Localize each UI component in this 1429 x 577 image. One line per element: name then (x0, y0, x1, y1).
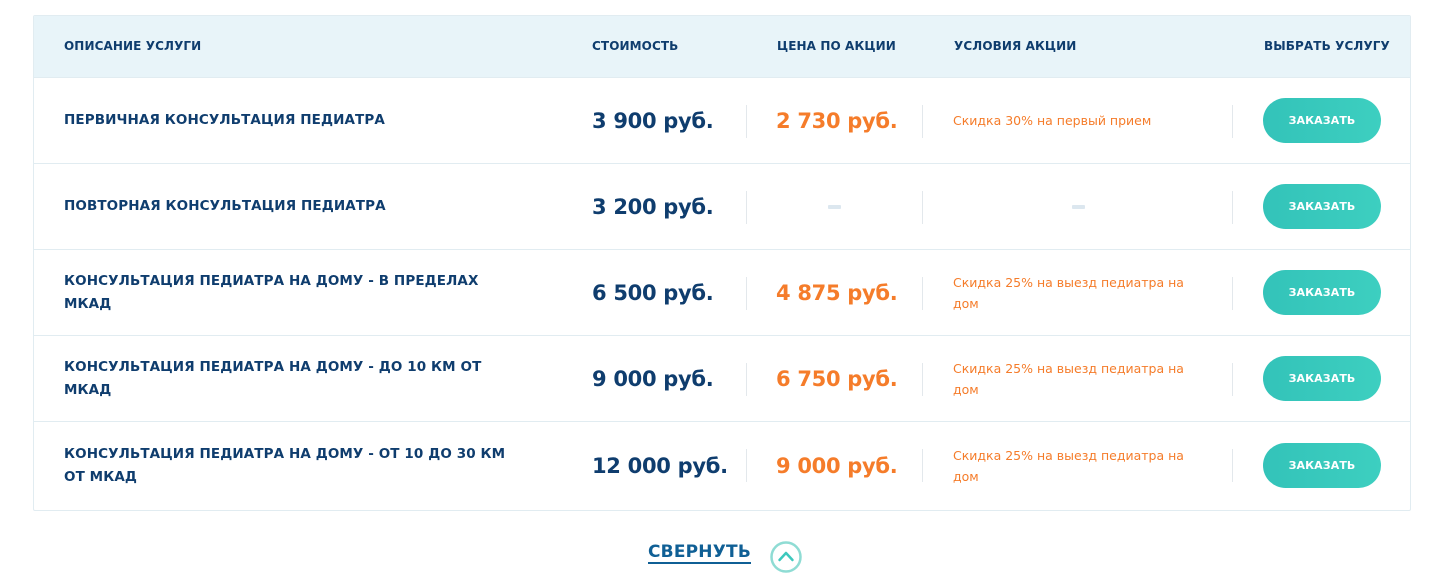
column-divider (746, 191, 747, 224)
header-select-service: ВЫБРАТЬ УСЛУГУ (1264, 39, 1390, 53)
order-button[interactable]: ЗАКАЗАТЬ (1263, 355, 1381, 401)
column-divider (746, 277, 747, 310)
service-name: КОНСУЛЬТАЦИЯ ПЕДИАТРА НА ДОМУ - ДО 10 КМ… (64, 358, 482, 398)
service-name: КОНСУЛЬТАЦИЯ ПЕДИАТРА НА ДОМУ - В ПРЕДЕЛ… (64, 272, 479, 312)
promo-conditions: Скидка 25% на выезд педиатра на дом (953, 360, 1184, 397)
column-divider (922, 363, 923, 396)
service-price: 6 500 руб. (592, 280, 714, 305)
column-divider (922, 191, 923, 224)
header-promo-price: ЦЕНА ПО АКЦИИ (777, 39, 896, 53)
column-divider (922, 449, 923, 482)
header-promo-conditions: УСЛОВИЯ АКЦИИ (954, 39, 1077, 53)
services-price-table: ОПИСАНИЕ УСЛУГИ СТОИМОСТЬ ЦЕНА ПО АКЦИИ … (33, 15, 1411, 511)
column-divider (922, 105, 923, 138)
header-price: СТОИМОСТЬ (592, 39, 679, 53)
column-divider (1232, 191, 1233, 224)
promo-conditions: Скидка 25% на выезд педиатра на дом (953, 448, 1184, 484)
order-button[interactable]: ЗАКАЗАТЬ (1263, 269, 1381, 315)
collapse-link[interactable]: СВЕРНУТЬ (648, 542, 751, 564)
table-header: ОПИСАНИЕ УСЛУГИ СТОИМОСТЬ ЦЕНА ПО АКЦИИ … (34, 16, 1410, 78)
promo-conditions: Скидка 25% на выезд педиатра на дом (953, 274, 1184, 311)
service-name: КОНСУЛЬТАЦИЯ ПЕДИАТРА НА ДОМУ - ОТ 10 ДО… (64, 446, 506, 485)
table-row: КОНСУЛЬТАЦИЯ ПЕДИАТРА НА ДОМУ - ОТ 10 ДО… (34, 422, 1410, 510)
promo-price: 6 750 руб. (776, 366, 898, 391)
order-button[interactable]: ЗАКАЗАТЬ (1263, 443, 1381, 488)
order-button[interactable]: ЗАКАЗАТЬ (1263, 97, 1381, 143)
column-divider (922, 277, 923, 310)
service-name: ПОВТОРНАЯ КОНСУЛЬТАЦИЯ ПЕДИАТРА (64, 198, 386, 214)
service-price: 9 000 руб. (592, 366, 714, 391)
column-divider (746, 449, 747, 482)
table-row: КОНСУЛЬТАЦИЯ ПЕДИАТРА НА ДОМУ - В ПРЕДЕЛ… (34, 250, 1410, 336)
column-divider (1232, 105, 1233, 138)
collapse-toggle[interactable]: СВЕРНУТЬ (648, 538, 802, 573)
column-divider (1232, 363, 1233, 396)
column-divider (746, 105, 747, 138)
header-description: ОПИСАНИЕ УСЛУГИ (64, 39, 202, 53)
table-row: ПЕРВИЧНАЯ КОНСУЛЬТАЦИЯ ПЕДИАТРА 3 900 ру… (34, 78, 1410, 164)
table-row: КОНСУЛЬТАЦИЯ ПЕДИАТРА НА ДОМУ - ДО 10 КМ… (34, 336, 1410, 422)
column-divider (746, 363, 747, 396)
column-divider (1232, 277, 1233, 310)
no-promo-price-dash (828, 205, 841, 209)
column-divider (1232, 449, 1233, 482)
service-price: 3 900 руб. (592, 108, 714, 133)
service-price: 3 200 руб. (592, 194, 714, 219)
no-promo-conditions-dash (1072, 205, 1085, 209)
order-button[interactable]: ЗАКАЗАТЬ (1263, 183, 1381, 229)
service-price: 12 000 руб. (592, 454, 728, 478)
promo-conditions: Скидка 30% на первый прием (953, 113, 1152, 128)
promo-price: 9 000 руб. (776, 454, 898, 478)
promo-price: 2 730 руб. (776, 108, 898, 133)
promo-price: 4 875 руб. (776, 280, 898, 305)
service-name: ПЕРВИЧНАЯ КОНСУЛЬТАЦИЯ ПЕДИАТРА (64, 112, 385, 128)
table-row: ПОВТОРНАЯ КОНСУЛЬТАЦИЯ ПЕДИАТРА 3 200 ру… (34, 164, 1410, 250)
